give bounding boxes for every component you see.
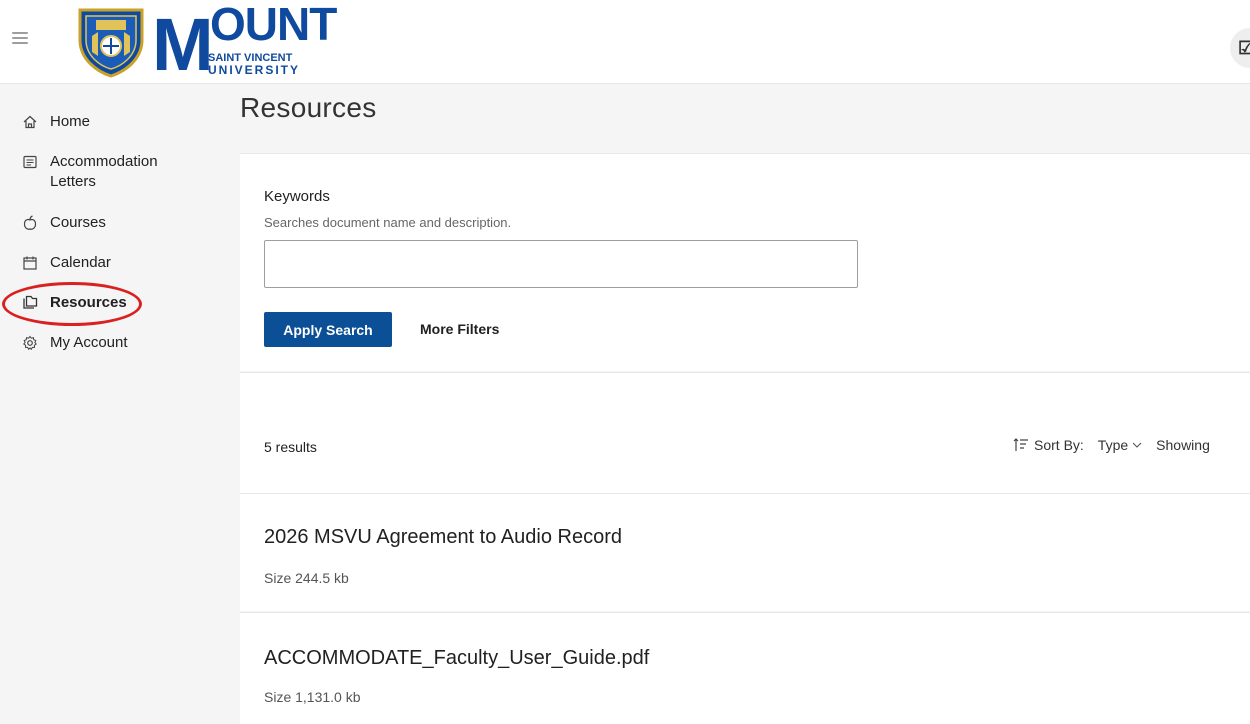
- more-filters-button[interactable]: More Filters: [420, 312, 499, 347]
- resource-size: Size 1,131.0 kb: [264, 689, 361, 705]
- search-panel: Keywords Searches document name and desc…: [240, 153, 1250, 371]
- folder-icon: [23, 295, 38, 309]
- list-item[interactable]: 2026 MSVU Agreement to Audio Record Size…: [240, 493, 1250, 611]
- apple-icon: [23, 215, 37, 230]
- results-header: 5 results Sort By: Type Showing: [240, 372, 1250, 493]
- page-title: Resources: [240, 92, 377, 123]
- sort-controls: Sort By: Type Showing: [1012, 437, 1210, 453]
- sidebar-item-label: Calendar: [50, 254, 111, 271]
- sidebar-item-label: Accommodation Letters: [50, 153, 158, 190]
- logo-line-2: UNIVERSITY: [208, 63, 301, 77]
- keywords-input[interactable]: [264, 240, 858, 288]
- showing-label: Showing: [1156, 437, 1210, 453]
- resource-title[interactable]: ACCOMMODATE_Faculty_User_Guide.pdf: [264, 647, 649, 670]
- sidebar-item-label: Resources: [50, 294, 127, 311]
- sidebar-item-accommodation-letters[interactable]: Accommodation Letters: [22, 152, 222, 192]
- keywords-label: Keywords: [264, 188, 330, 205]
- top-header: M OUNT SAINT VINCENT UNIVERSITY ☑: [0, 0, 1250, 84]
- sort-by-label: Sort By:: [1034, 437, 1084, 453]
- apply-search-button[interactable]: Apply Search: [264, 312, 392, 347]
- sidebar-item-label: Home: [50, 113, 91, 130]
- sidebar-item-home[interactable]: Home: [22, 112, 90, 132]
- sidebar-item-resources[interactable]: Resources: [22, 293, 127, 313]
- sort-by-dropdown[interactable]: Type: [1098, 437, 1128, 453]
- list-item[interactable]: ACCOMMODATE_Faculty_User_Guide.pdf Size …: [240, 612, 1250, 724]
- results-count: 5 results: [264, 439, 317, 455]
- crest-icon: [78, 8, 144, 78]
- gear-icon: [23, 335, 37, 351]
- sidebar-item-my-account[interactable]: My Account: [22, 333, 128, 353]
- chevron-down-icon[interactable]: [1132, 441, 1142, 449]
- keywords-help-text: Searches document name and description.: [264, 215, 512, 230]
- resource-title[interactable]: 2026 MSVU Agreement to Audio Record: [264, 526, 622, 549]
- calendar-icon: [23, 256, 37, 270]
- logo-word: OUNT: [210, 0, 337, 50]
- sidebar-nav: Home Accommodation Letters Courses Calen…: [0, 84, 240, 724]
- hamburger-menu-icon[interactable]: [10, 28, 30, 48]
- sidebar-item-calendar[interactable]: Calendar: [22, 253, 111, 273]
- sidebar-item-label: My Account: [50, 334, 128, 351]
- sidebar-item-courses[interactable]: Courses: [22, 213, 106, 233]
- logo-initial: M: [152, 3, 214, 86]
- resource-size: Size 244.5 kb: [264, 570, 349, 586]
- sort-icon: [1013, 438, 1028, 451]
- home-icon: [23, 115, 37, 129]
- university-logo[interactable]: M OUNT SAINT VINCENT UNIVERSITY: [76, 0, 337, 86]
- sidebar-item-label: Courses: [50, 214, 106, 231]
- letters-icon: [23, 155, 37, 169]
- edit-icon[interactable]: ☑: [1230, 28, 1250, 68]
